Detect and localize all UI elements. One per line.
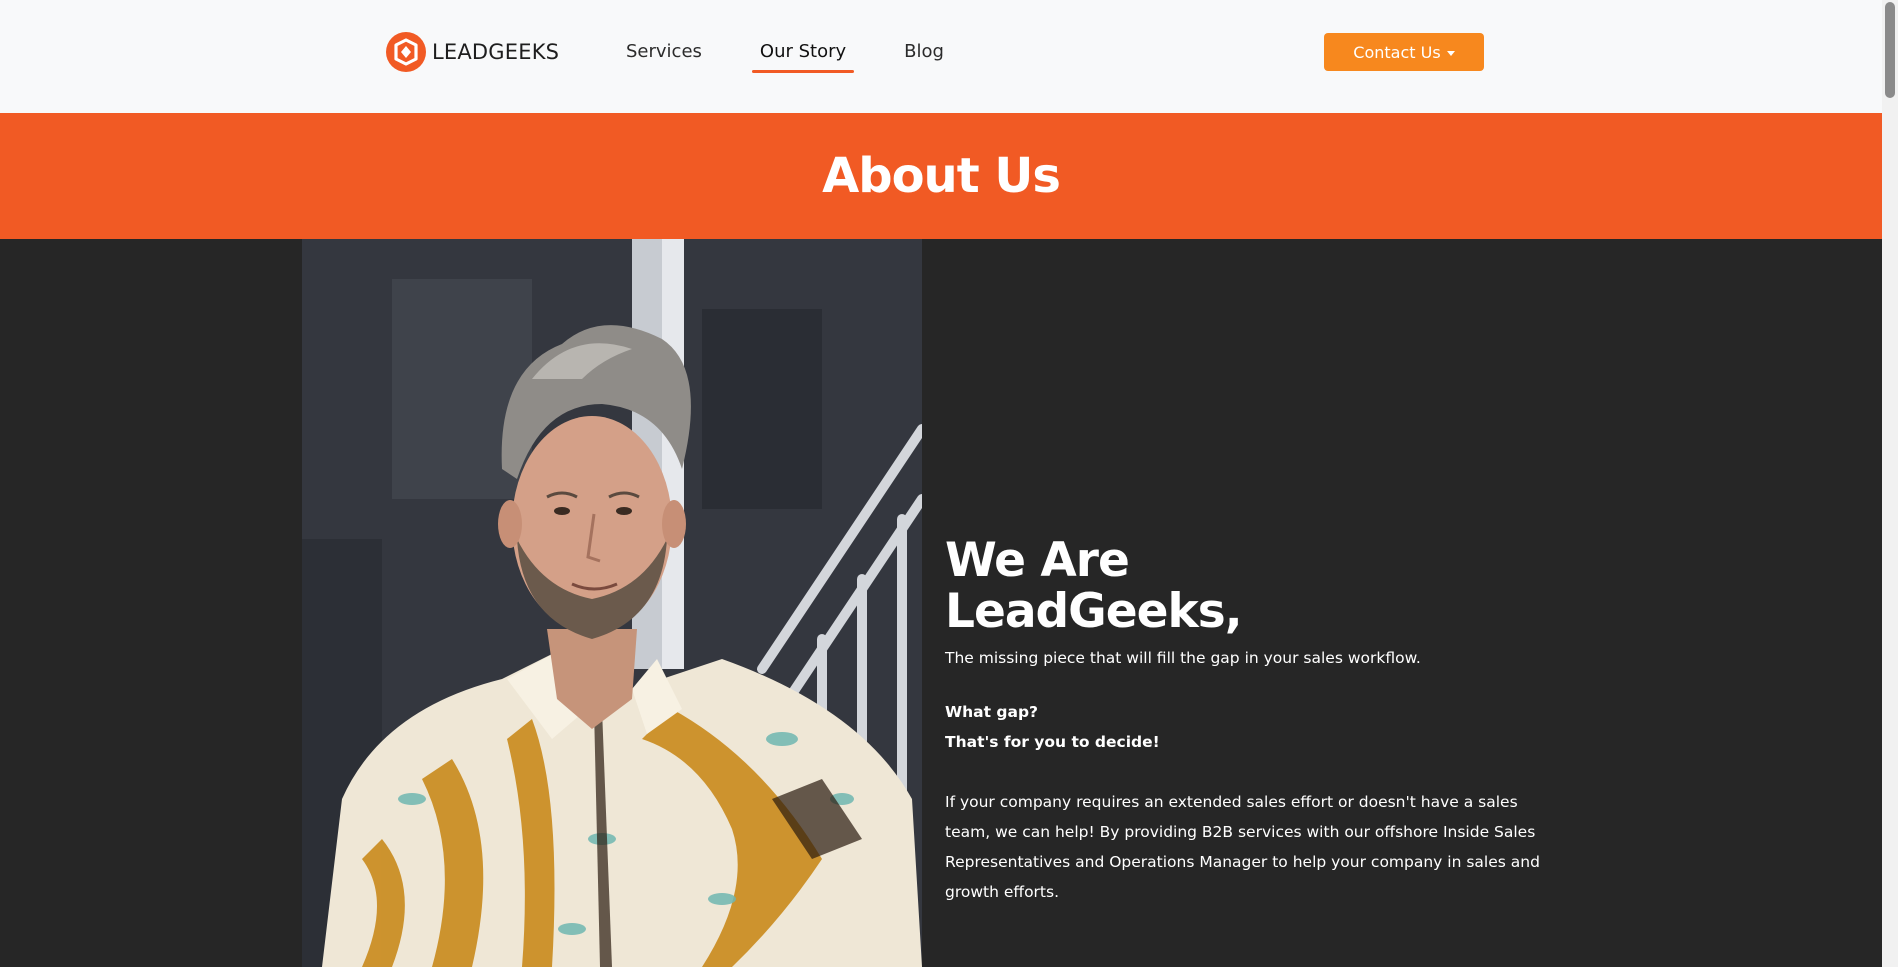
nav-blog[interactable]: Blog xyxy=(896,38,952,72)
page-title: About Us xyxy=(822,148,1061,204)
about-text-block: We Are LeadGeeks, The missing piece that… xyxy=(945,535,1565,907)
nav-services[interactable]: Services xyxy=(618,38,710,72)
contact-us-label: Contact Us xyxy=(1353,42,1441,62)
caret-down-icon xyxy=(1446,50,1455,56)
about-heading: We Are LeadGeeks, xyxy=(945,533,1243,639)
contact-us-dropdown-button[interactable]: Contact Us xyxy=(1324,33,1484,71)
founder-photo xyxy=(302,239,922,967)
hero-banner: About Us xyxy=(0,113,1882,239)
about-question: What gap? xyxy=(945,703,1039,721)
brand-name: LEADGEEKS xyxy=(432,40,560,64)
page-scrollbar[interactable] xyxy=(1882,0,1898,967)
main-nav: Services Our Story Blog xyxy=(618,38,994,73)
about-tagline: The missing piece that will fill the gap… xyxy=(945,649,1421,667)
top-navbar: LEADGEEKS Services Our Story Blog Contac… xyxy=(0,0,1882,113)
nav-our-story[interactable]: Our Story xyxy=(751,38,855,73)
about-description: If your company requires an extended sal… xyxy=(945,793,1540,901)
scrollbar-thumb[interactable] xyxy=(1885,2,1895,98)
brand-logo[interactable]: LEADGEEKS xyxy=(386,32,559,72)
about-answer: That's for you to decide! xyxy=(945,733,1160,751)
about-section: We Are LeadGeeks, The missing piece that… xyxy=(0,239,1882,967)
leadgeeks-logo-icon xyxy=(386,32,426,72)
